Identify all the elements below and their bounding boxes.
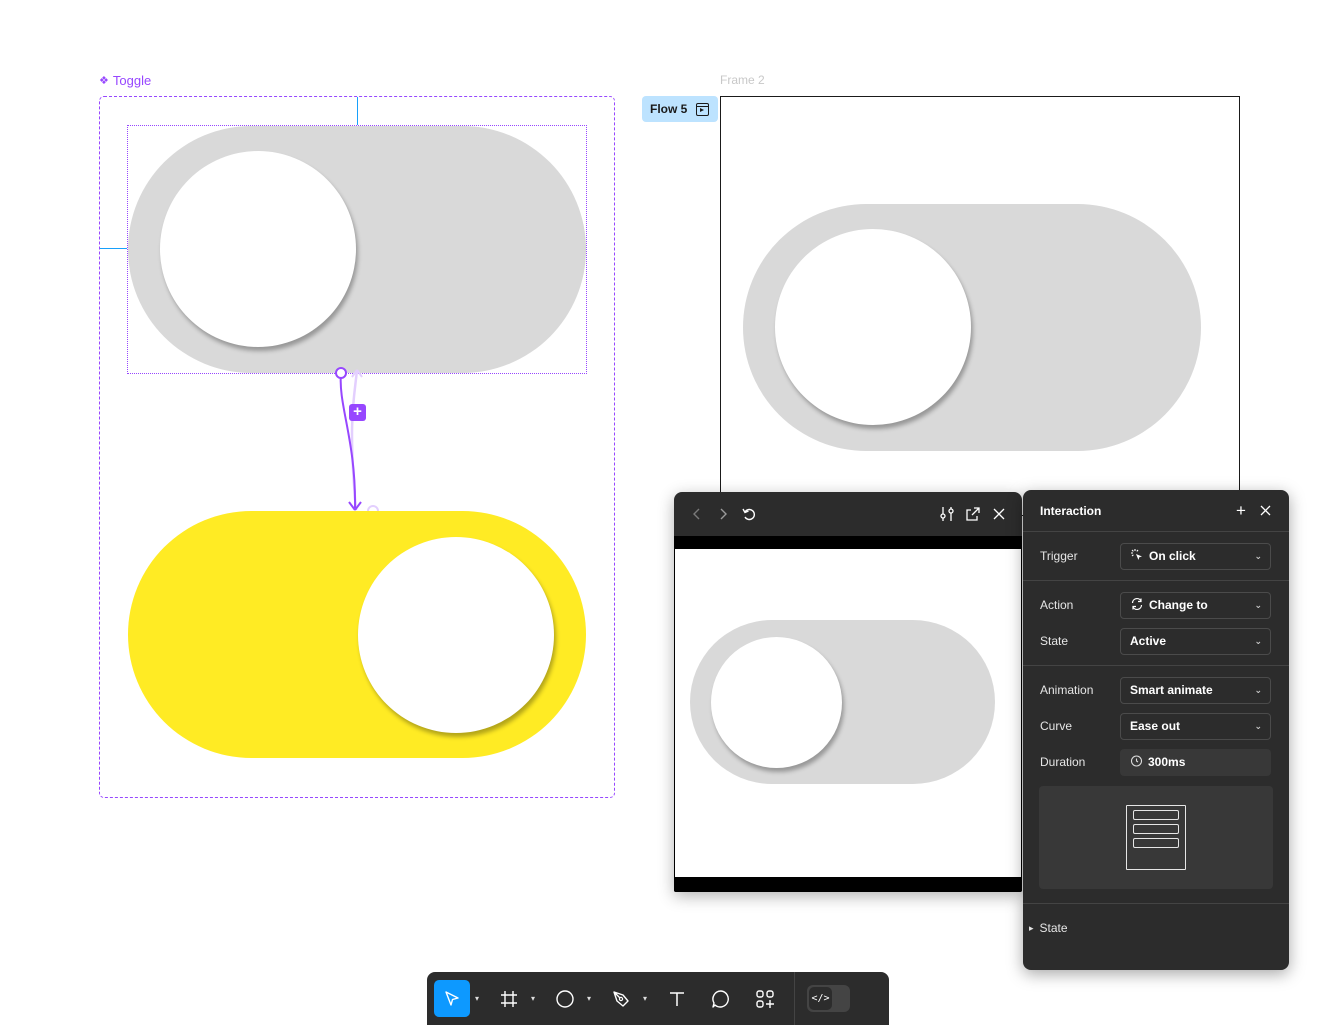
trigger-value: On click [1149,549,1196,563]
frame-label[interactable]: Frame 2 [720,73,765,87]
flow-label: Flow 5 [650,102,688,116]
interaction-panel-header: Interaction + [1023,490,1289,532]
preview-toggle-knob[interactable] [711,637,842,768]
text-tool[interactable] [660,980,694,1017]
animation-label: Animation [1040,683,1094,697]
play-prototype-icon[interactable] [696,102,710,116]
preview-canvas[interactable] [675,549,1021,877]
action-section: Action Change to ⌄ State Active ⌄ [1023,581,1289,666]
code-icon: </> [809,987,832,1010]
chevron-down-icon: ⌄ [1254,720,1262,731]
curve-value: Ease out [1130,719,1181,733]
action-value: Change to [1149,598,1208,612]
preview-screen[interactable] [674,536,1022,892]
animation-preview [1039,786,1273,889]
timer-icon [1130,754,1143,770]
trigger-section: Trigger On click ⌄ [1023,532,1289,581]
pen-tool[interactable] [604,980,638,1017]
component-set-label[interactable]: ❖ Toggle [99,73,151,88]
add-icon[interactable]: + [1229,499,1253,523]
toolbar-divider [794,972,795,1025]
shape-tool[interactable] [548,980,582,1017]
curve-dropdown[interactable]: Ease out ⌄ [1120,712,1271,740]
trigger-dropdown[interactable]: On click ⌄ [1120,542,1271,570]
chevron-down-icon: ⌄ [1254,550,1262,561]
animation-value: Smart animate [1130,683,1213,697]
state-label: State [1040,634,1069,648]
curve-label: Curve [1040,719,1073,733]
trigger-label: Trigger [1040,549,1078,563]
device-preview-icon [1126,805,1186,870]
prototype-preview-window [674,492,1022,892]
action-label: Action [1040,598,1074,612]
duration-input[interactable]: 300ms [1120,748,1271,776]
swap-icon [1130,597,1144,614]
bottom-toolbar: ▾ ▾ ▾ ▾ </> [427,972,889,1025]
move-tool[interactable] [434,980,470,1017]
animation-dropdown[interactable]: Smart animate ⌄ [1120,676,1271,704]
open-external-icon[interactable] [960,501,986,527]
restart-icon[interactable] [736,501,762,527]
chevron-right-icon[interactable] [710,501,736,527]
settings-icon[interactable] [934,501,960,527]
chevron-right-icon: ▸ [1029,922,1034,933]
dev-mode-toggle[interactable]: </> [807,985,850,1012]
frame-toggle-knob[interactable] [775,229,971,425]
action-dropdown[interactable]: Change to ⌄ [1120,591,1271,619]
chevron-down-icon: ⌄ [1254,635,1262,646]
spacing-guide-horizontal [100,248,127,249]
flow-starting-point[interactable]: Flow 5 [642,96,718,122]
chevron-down-icon: ⌄ [1254,599,1262,610]
selection-outline [127,125,587,374]
actions-tool[interactable] [748,980,782,1017]
component-icon: ❖ [99,75,109,87]
state-dropdown[interactable]: Active ⌄ [1120,627,1271,655]
frame-tool-chevron-down-icon[interactable]: ▾ [526,980,540,1017]
toggle-on-variant-knob[interactable] [358,537,554,733]
close-icon[interactable] [986,501,1012,527]
frame-tool[interactable] [492,980,526,1017]
shape-tool-chevron-down-icon[interactable]: ▾ [582,980,596,1017]
duration-value: 300ms [1148,755,1186,769]
pen-tool-chevron-down-icon[interactable]: ▾ [638,980,652,1017]
state-section-label: State [1039,921,1068,935]
chevron-down-icon: ⌄ [1254,684,1262,695]
interaction-panel: Interaction + Trigger On click ⌄ Action [1023,490,1289,970]
panel-title: Interaction [1040,503,1102,518]
chevron-left-icon[interactable] [684,501,710,527]
component-set-name: Toggle [112,73,152,88]
spacing-guide-vertical [357,97,358,125]
close-icon[interactable] [1253,499,1277,523]
prototype-connector[interactable] [320,360,400,525]
add-interaction-icon[interactable]: + [349,404,366,421]
preview-toolbar [674,492,1022,536]
comment-tool[interactable] [704,980,738,1017]
move-tool-chevron-down-icon[interactable]: ▾ [470,980,484,1017]
click-icon [1130,548,1144,565]
duration-label: Duration [1040,755,1086,769]
state-value: Active [1130,634,1167,648]
state-section-toggle[interactable]: ▸ State [1023,904,1289,952]
animation-section: Animation Smart animate ⌄ Curve Ease out… [1023,666,1289,904]
